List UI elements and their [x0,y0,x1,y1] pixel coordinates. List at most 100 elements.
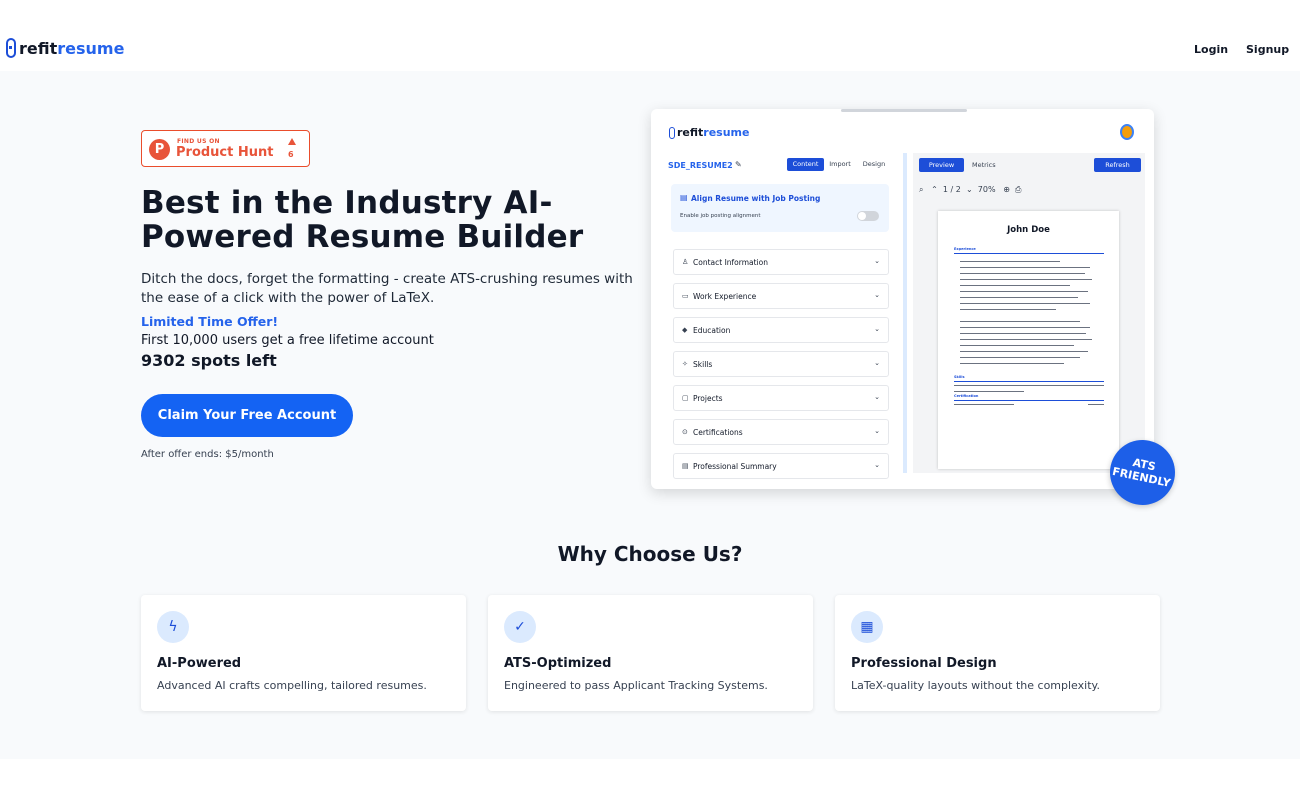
chevron-down-icon: ⌄ [874,325,880,333]
mock-section-work: ▭ Work Experience ⌄ [673,283,889,309]
why-choose-title: Why Choose Us? [557,542,743,566]
layout-icon: ▦ [851,611,883,643]
mock-section-label: Contact Information [693,258,768,267]
login-link[interactable]: Login [1194,43,1228,56]
claim-account-button[interactable]: Claim Your Free Account [141,394,353,437]
mock-heading-experience: Experience [954,247,976,251]
arrow-down-icon: ⌄ [965,185,973,194]
arrow-up-icon: ⌃ [931,185,938,194]
mock-section-label: Work Experience [693,292,757,301]
feature-title: AI-Powered [157,656,242,671]
mock-logo-text-resume: resume [703,126,750,139]
feature-card-ai: ϟ AI-Powered Advanced AI crafts compelli… [141,595,466,711]
mock-resume-page: John Doe Experience Skills Certification [938,211,1119,469]
mock-section-label: Professional Summary [693,462,777,471]
mock-preview-panel: Preview Metrics Refresh ⌕ ⌃ 1 / 2 ⌄ 70% … [913,153,1145,473]
mock-text-line [1088,404,1104,406]
mock-text-line [954,385,1104,387]
mock-text-line [960,327,1090,329]
feature-title: Professional Design [851,656,997,671]
check-circle-icon: ✓ [504,611,536,643]
mock-editor-panel: SDE_RESUME2 ✎ Content Import Design ▤ Al… [665,153,905,479]
mock-text-line [954,404,1014,406]
mock-text-line [960,303,1090,305]
user-icon: ♙ [682,258,689,266]
upvote-triangle-icon [288,138,296,145]
mock-align-toggle [857,211,879,221]
mock-text-line [960,321,1080,323]
mock-grab-bar [841,109,967,112]
mock-pdf-toolbar: ⌕ ⌃ 1 / 2 ⌄ 70% ⊕ ⎙ [919,185,1022,194]
after-offer-text: After offer ends: $5/month [141,449,274,460]
mock-section-education: ◆ Education ⌄ [673,317,889,343]
mock-tab-import: Import [829,160,851,168]
mock-resume-name: SDE_RESUME2 [668,161,733,170]
chevron-down-icon: ⌄ [874,291,880,299]
mock-text-line [960,267,1090,269]
mock-rule [954,400,1104,401]
mock-section-contact: ♙ Contact Information ⌄ [673,249,889,275]
zoom-icon: ⊕ [1003,185,1010,194]
producthunt-find-text: FIND US ON [177,138,220,145]
briefcase-icon: ▭ [682,292,689,300]
app-screenshot: refit resume SDE_RESUME2 ✎ Content Impor… [651,109,1154,489]
mock-tab-design: Design [862,160,886,168]
mock-section-certifications: ⊙ Certifications ⌄ [673,419,889,445]
mock-panel-divider [903,153,907,473]
mock-section-summary: ▤ Professional Summary ⌄ [673,453,889,479]
logo-mark-icon [6,38,16,58]
folder-icon: ▢ [682,394,689,402]
top-navbar: refit resume Login Signup [0,0,1300,71]
mock-metrics-button: Metrics [972,161,996,169]
mock-page-number: 1 [942,185,949,194]
mock-heading-certification: Certification [954,394,979,398]
mock-text-line [960,261,1060,263]
hero-title: Best in the Industry AI-Powered Resume B… [141,185,584,255]
chevron-down-icon: ⌄ [874,359,880,367]
mock-rule [954,381,1104,382]
feature-card-ats: ✓ ATS-Optimized Engineered to pass Appli… [488,595,813,711]
mock-preview-button: Preview [919,158,964,172]
mock-section-label: Projects [693,394,723,403]
mock-text-line [960,357,1080,359]
search-icon: ⌕ [919,185,924,194]
mock-resume-title: John Doe [1007,225,1050,235]
mock-logo-mark-icon [669,126,675,139]
chevron-down-icon: ⌄ [874,257,880,265]
badge-icon: ⊙ [682,428,688,436]
mock-align-card: ▤ Align Resume with Job Posting Enable j… [671,184,889,232]
limited-offer-text: Limited Time Offer! [141,314,279,329]
lightning-icon: ϟ [157,611,189,643]
spots-left: 9302 spots left [141,351,277,370]
mock-page-total: 2 [955,185,961,194]
mock-text-line [960,279,1092,281]
sparkle-icon: ✧ [682,360,688,368]
logo-text-refit: refit [19,38,58,58]
feature-desc: Advanced AI crafts compelling, tailored … [157,679,427,692]
print-icon: ⎙ [1015,185,1022,194]
mock-heading-skills: Skills [954,375,965,379]
mock-align-title: Align Resume with Job Posting [691,194,821,203]
mock-logo-text-refit: refit [677,126,704,139]
first-users-text: First 10,000 users get a free lifetime a… [141,333,434,348]
document-icon: ▤ [680,193,688,202]
mock-align-sub: Enable job posting alignment [680,213,761,219]
chevron-down-icon: ⌄ [874,393,880,401]
mock-section-skills: ✧ Skills ⌄ [673,351,889,377]
signup-link[interactable]: Signup [1246,43,1289,56]
mock-text-line [960,273,1085,275]
mock-logo: refit resume [669,126,749,139]
mock-text-line [960,363,1064,365]
pencil-icon: ✎ [735,160,742,169]
logo[interactable]: refit resume [6,38,124,58]
mock-text-line [960,285,1070,287]
mock-refresh-button: Refresh [1094,158,1141,172]
hero-subtitle: Ditch the docs, forget the formatting - … [141,271,633,306]
mock-text-line [960,345,1074,347]
graduation-cap-icon: ◆ [682,326,688,334]
producthunt-badge[interactable]: P FIND US ON Product Hunt 6 [141,130,310,167]
mock-text-line [960,309,1056,311]
chevron-down-icon: ⌄ [874,461,880,469]
mock-text-line [960,291,1088,293]
mock-section-label: Education [693,326,731,335]
